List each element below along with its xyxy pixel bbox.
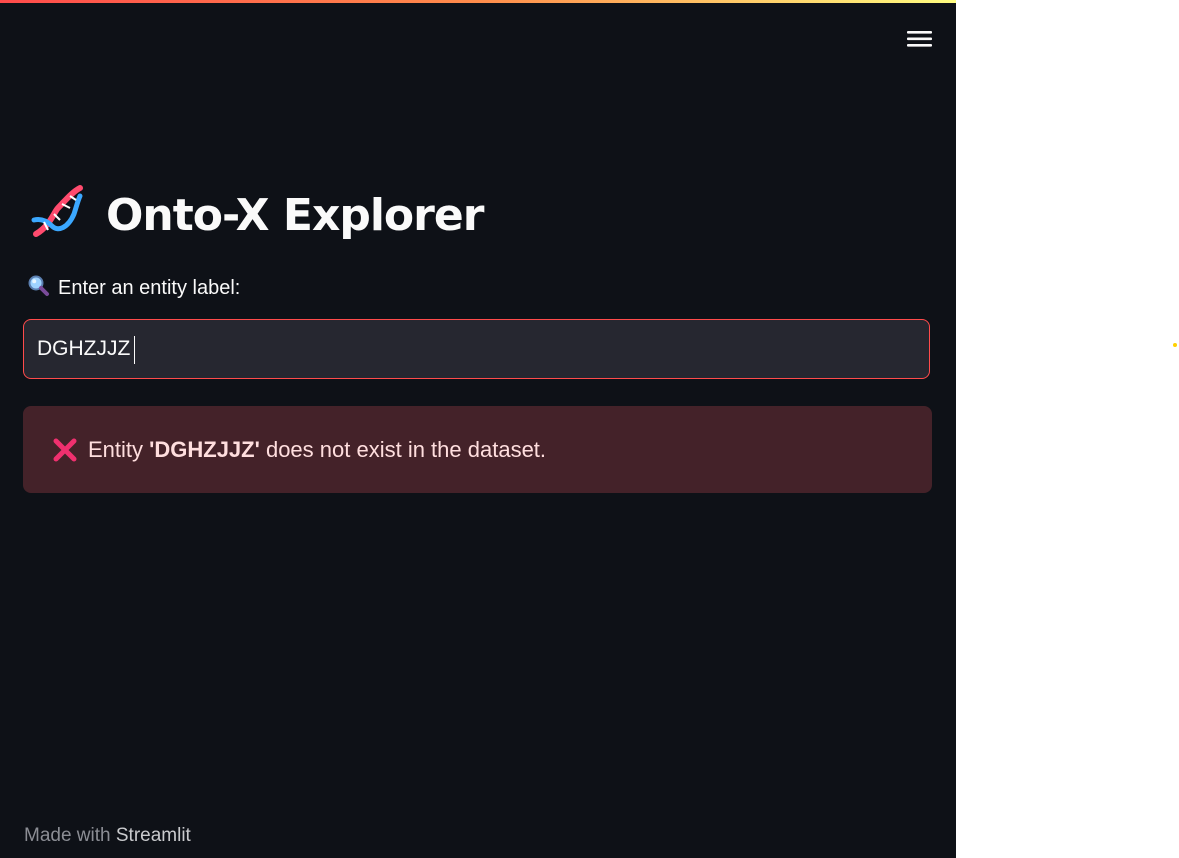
decoration-bar [0,0,956,3]
error-alert: Entity 'DGHZJJZ' does not exist in the d… [23,406,932,493]
error-message: Entity 'DGHZJJZ' does not exist in the d… [88,437,546,463]
error-message-suffix: does not exist in the dataset. [259,436,547,462]
footer-made-with: Made with [24,825,116,846]
page-title-text: Onto-X Explorer [106,189,484,241]
footer: Made with Streamlit [24,825,191,847]
magnifying-glass-icon [26,273,50,303]
dna-icon [28,182,86,248]
cross-mark-icon [52,437,78,463]
error-message-prefix: Entity [88,436,150,462]
page-title: Onto-X Explorer [28,180,484,250]
text-caret [134,336,135,364]
search-label-text: Enter an entity label: [58,276,241,299]
main-menu-button[interactable] [900,22,938,56]
search-label: Enter an entity label: [26,274,240,302]
app-container: Onto-X Explorer Enter an entity label: E… [0,0,956,858]
search-input[interactable] [24,320,929,378]
streamlit-link[interactable]: Streamlit [116,825,191,846]
search-input-container[interactable] [23,319,930,379]
status-dot [1173,343,1177,347]
error-entity-name: 'DGHZJJZ' [149,436,260,462]
hamburger-menu-icon [907,31,932,47]
